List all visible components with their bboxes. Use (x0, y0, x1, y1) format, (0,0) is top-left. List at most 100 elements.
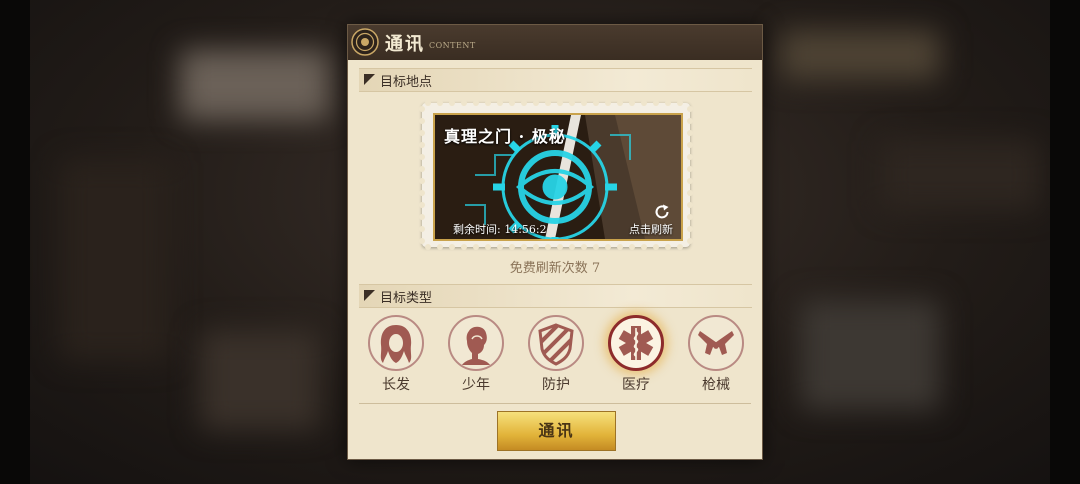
stamp-perforation (687, 118, 693, 124)
stamp-perforation (687, 166, 693, 172)
stamp-perforation (437, 244, 443, 250)
stamp-perforation (617, 244, 623, 250)
section-target-type: 目标类型 (359, 284, 752, 308)
stamp-perforation (419, 238, 425, 244)
communication-dialog: 通讯 CONTENT 目标地点 真理之门 · 极秘 剩余时间: 14:56:2 … (347, 24, 763, 460)
stamp-perforation (419, 106, 425, 112)
type-label: 医疗 (622, 377, 650, 393)
dialog-titlebar: 通讯 CONTENT (348, 25, 762, 60)
type-circle (688, 315, 744, 371)
type-circle (448, 315, 504, 371)
stamp-perforation (419, 154, 425, 160)
stamp-perforation (533, 100, 539, 106)
stamp-perforation (521, 244, 527, 250)
type-circle-selected (608, 315, 664, 371)
stamp-perforation (569, 244, 575, 250)
type-option-youth[interactable]: 少年 (441, 315, 511, 397)
stamp-perforation (687, 190, 693, 196)
stamp-perforation (665, 244, 671, 250)
medical-icon (618, 326, 654, 360)
refresh-icon[interactable] (653, 203, 671, 221)
stamp-perforation (677, 244, 683, 250)
stamp-perforation (557, 244, 563, 250)
stamp-perforation (497, 100, 503, 106)
stamp-perforation (677, 100, 683, 106)
emblem-icon (351, 28, 379, 56)
stamp-perforation (485, 244, 491, 250)
stamp-perforation (449, 244, 455, 250)
remaining-time: 剩余时间: 14:56:2 (453, 223, 547, 236)
location-card-image: 真理之门 · 极秘 剩余时间: 14:56:2 点击刷新 (433, 113, 683, 241)
dialog-title-sub: CONTENT (429, 41, 476, 50)
stamp-perforation (425, 244, 431, 250)
stamp-perforation (687, 202, 693, 208)
refresh-link[interactable]: 点击刷新 (629, 221, 673, 237)
stamp-perforation (485, 100, 491, 106)
stamp-perforation (545, 244, 551, 250)
stamp-perforation (533, 244, 539, 250)
stamp-perforation (687, 226, 693, 232)
type-label: 防护 (542, 377, 570, 393)
stamp-perforation (593, 244, 599, 250)
stamp-perforation (419, 166, 425, 172)
type-circle (368, 315, 424, 371)
stamp-perforation (653, 100, 659, 106)
stamp-perforation (473, 244, 479, 250)
stamp-perforation (629, 100, 635, 106)
stamp-perforation (605, 244, 611, 250)
stamp-perforation (545, 100, 551, 106)
long-hair-icon (380, 325, 412, 363)
stamp-perforation (641, 100, 647, 106)
stamp-perforation (521, 100, 527, 106)
stamp-perforation (665, 100, 671, 106)
type-label: 枪械 (702, 377, 730, 393)
stamp-perforation (687, 238, 693, 244)
type-circle (528, 315, 584, 371)
stamp-perforation (605, 100, 611, 106)
stamp-perforation (437, 100, 443, 106)
stamp-perforation (425, 100, 431, 106)
type-label: 少年 (462, 377, 490, 393)
location-card[interactable]: 真理之门 · 极秘 剩余时间: 14:56:2 点击刷新 (419, 100, 693, 250)
stamp-perforation (653, 244, 659, 250)
shield-icon (538, 323, 574, 366)
stamp-perforation (509, 244, 515, 250)
stamp-perforation (557, 100, 563, 106)
divider (359, 403, 751, 404)
stamp-perforation (569, 100, 575, 106)
stamp-perforation (419, 178, 425, 184)
dialog-title: 通讯 (385, 34, 425, 55)
section-label: 目标类型 (380, 291, 433, 306)
stamp-perforation (581, 100, 587, 106)
section-marker-icon (364, 74, 375, 85)
stamp-perforation (617, 100, 623, 106)
stamp-perforation (687, 154, 693, 160)
stamp-perforation (419, 202, 425, 208)
stamp-perforation (641, 244, 647, 250)
stamp-perforation (461, 244, 467, 250)
stamp-perforation (419, 214, 425, 220)
stamp-perforation (687, 142, 693, 148)
type-option-protection[interactable]: 防护 (521, 315, 591, 397)
stamp-perforation (593, 100, 599, 106)
stamp-perforation (687, 178, 693, 184)
type-option-medical[interactable]: 医疗 (601, 315, 671, 397)
stamp-perforation (419, 190, 425, 196)
stamp-perforation (473, 100, 479, 106)
stamp-perforation (687, 106, 693, 112)
communicate-button[interactable]: 通讯 (497, 411, 616, 451)
type-option-long-hair[interactable]: 长发 (361, 315, 431, 397)
type-option-guns[interactable]: 枪械 (681, 315, 751, 397)
stamp-perforation (419, 130, 425, 136)
left-letterbox (0, 0, 30, 484)
stamp-perforation (419, 142, 425, 148)
type-label: 长发 (382, 377, 410, 393)
stamp-perforation (509, 100, 515, 106)
stamp-perforation (687, 214, 693, 220)
stamp-perforation (419, 118, 425, 124)
stamp-perforation (419, 226, 425, 232)
right-letterbox (1050, 0, 1080, 484)
section-label: 目标地点 (380, 75, 433, 90)
youth-icon (462, 326, 490, 365)
target-type-options: 长发 少年 防护 医疗 枪械 (348, 315, 762, 395)
